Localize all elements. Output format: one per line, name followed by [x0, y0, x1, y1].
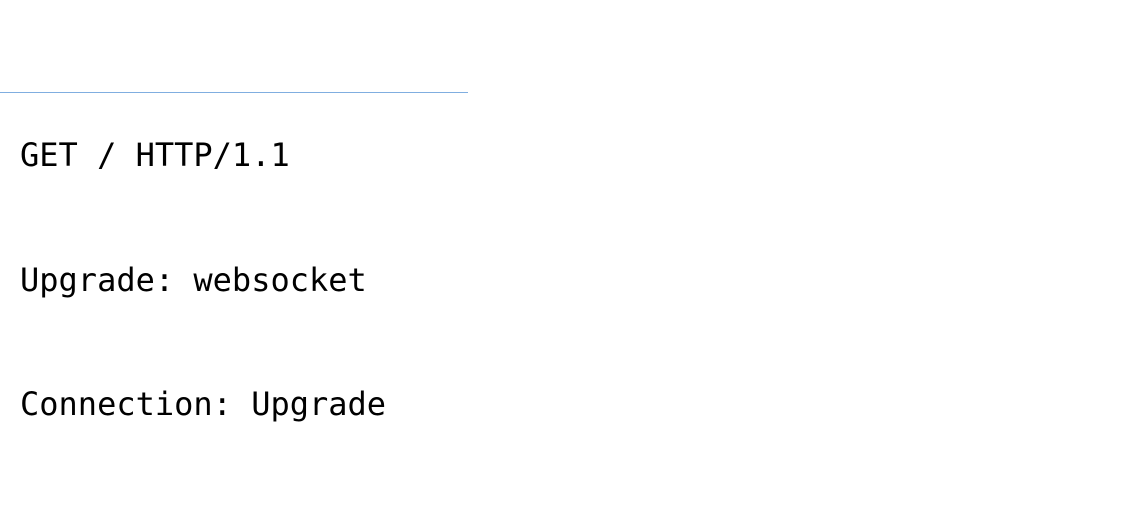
- underline-rule: [0, 92, 468, 93]
- http-header-line: Connection: Upgrade: [20, 384, 1112, 426]
- http-header-line: Upgrade: websocket: [20, 260, 1112, 302]
- http-request-block: GET / HTTP/1.1 Upgrade: websocket Connec…: [0, 0, 1132, 512]
- http-request-line: GET / HTTP/1.1: [20, 135, 1112, 177]
